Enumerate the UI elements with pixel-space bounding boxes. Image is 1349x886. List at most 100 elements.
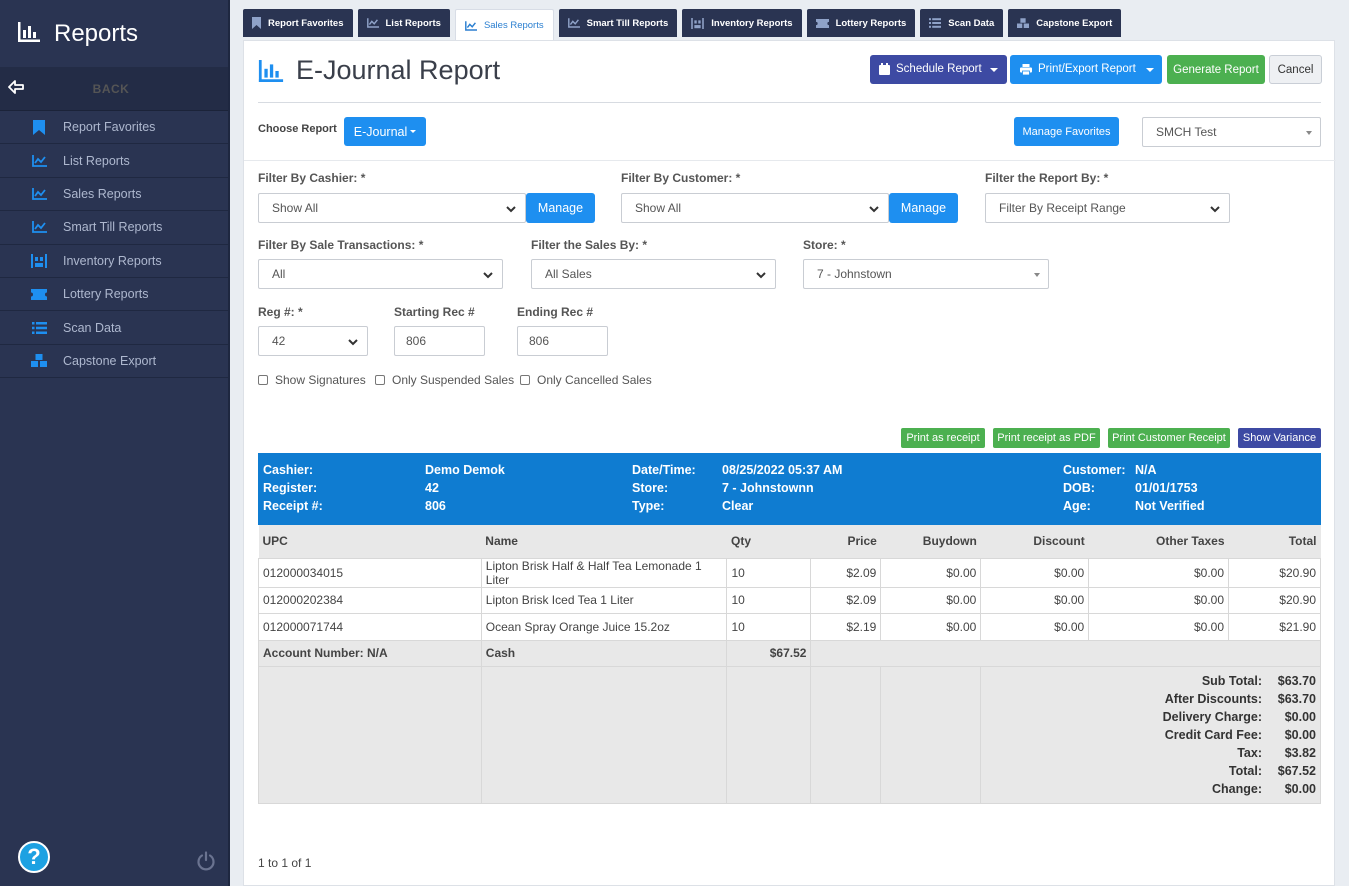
checkbox-box[interactable] xyxy=(258,375,268,385)
tab-inventory-reports[interactable]: Inventory Reports xyxy=(682,9,802,37)
sidebar-item-scan-data[interactable]: Scan Data xyxy=(0,311,228,345)
starting-rec-label: Starting Rec # xyxy=(394,305,475,319)
starting-rec-input[interactable]: 806 xyxy=(394,326,485,356)
only-cancelled-checkbox[interactable]: Only Cancelled Sales xyxy=(520,373,652,387)
chevron-down-icon xyxy=(990,68,998,72)
favorite-select[interactable]: SMCH Test xyxy=(1142,117,1321,147)
name-cell: Lipton Brisk Iced Tea 1 Liter xyxy=(480,586,728,614)
total-label: After Discounts: xyxy=(1164,692,1262,706)
sidebar-item-label: Smart Till Reports xyxy=(63,220,163,235)
sidebar-item-label: Report Favorites xyxy=(63,120,156,135)
customer-select[interactable]: Show All xyxy=(621,193,889,223)
store-select[interactable]: 7 - Johnstown xyxy=(803,259,1049,289)
sidebar-title: Reports xyxy=(54,19,139,47)
receipt-header: Cashier: Demo Demok Register: 42 Receipt… xyxy=(258,453,1321,525)
report-by-filter-label: Filter the Report By: * xyxy=(985,171,1109,185)
line-chart-icon xyxy=(567,18,580,28)
sidebar-item-lottery-reports[interactable]: Lottery Reports xyxy=(0,277,228,312)
sidebar-item-capstone-export[interactable]: Capstone Export xyxy=(0,344,228,379)
print-receipt-pdf-button[interactable]: Print receipt as PDF xyxy=(993,428,1100,448)
sidebar-item-list-reports[interactable]: List Reports xyxy=(0,144,228,178)
buydown-cell: $0.00 xyxy=(880,586,982,614)
tab-sales-reports[interactable]: Sales Reports xyxy=(454,9,554,41)
total-value: $63.70 xyxy=(1277,674,1316,688)
tab-list-reports[interactable]: List Reports xyxy=(357,9,450,37)
sidebar-item-sales-reports[interactable]: Sales Reports xyxy=(0,177,228,212)
other-taxes-cell: $0.00 xyxy=(1088,613,1230,641)
total-value: $3.82 xyxy=(1284,746,1316,760)
show-signatures-checkbox[interactable]: Show Signatures xyxy=(258,373,366,387)
total-label: Credit Card Fee: xyxy=(1164,728,1262,742)
receipt-number-value: 806 xyxy=(425,499,446,513)
table-row: 012000034015 Lipton Brisk Half & Half Te… xyxy=(258,557,1321,588)
report-panel: E-Journal Report Schedule Report Print/E… xyxy=(243,40,1336,886)
print-export-report-button[interactable]: Print/Export Report xyxy=(1010,55,1162,84)
help-button[interactable]: ? xyxy=(18,841,50,873)
checkbox-box[interactable] xyxy=(520,375,530,385)
manage-favorites-button[interactable]: Manage Favorites xyxy=(1014,117,1119,146)
report-by-select-value: Filter By Receipt Range xyxy=(999,201,1126,215)
column-header: Other Taxes xyxy=(1088,525,1229,558)
tab-smart-till-reports[interactable]: Smart Till Reports xyxy=(558,9,678,37)
cashier-select-value: Show All xyxy=(272,201,319,215)
other-taxes-cell: $0.00 xyxy=(1088,557,1230,588)
warehouse-icon xyxy=(31,253,47,269)
generate-report-button[interactable]: Generate Report xyxy=(1167,55,1265,84)
tab-label: Lottery Reports xyxy=(835,17,907,29)
upc-cell: 012000071744 xyxy=(258,613,482,641)
schedule-report-button[interactable]: Schedule Report xyxy=(870,55,1007,84)
manage-customer-button[interactable]: Manage xyxy=(889,193,958,223)
column-header: Buydown xyxy=(880,525,981,558)
sidebar-item-report-favorites[interactable]: Report Favorites xyxy=(0,111,228,145)
tab-scan-data[interactable]: Scan Data xyxy=(920,9,1004,37)
tab-report-favorites[interactable]: Report Favorites xyxy=(243,9,353,37)
chevron-down-icon xyxy=(1210,206,1220,213)
sidebar-item-smart-till-reports[interactable]: Smart Till Reports xyxy=(0,211,228,245)
cashier-select[interactable]: Show All xyxy=(258,193,526,223)
print-customer-receipt-button[interactable]: Print Customer Receipt xyxy=(1108,428,1230,448)
tab-capstone-export[interactable]: Capstone Export xyxy=(1008,9,1122,37)
price-cell: $2.19 xyxy=(810,613,882,641)
sales-by-select[interactable]: All Sales xyxy=(531,259,776,289)
tab-lottery-reports[interactable]: Lottery Reports xyxy=(806,9,916,37)
total-label: Sub Total: xyxy=(1201,674,1262,688)
back-button[interactable]: BACK xyxy=(0,67,228,111)
empty-cell xyxy=(880,666,982,804)
column-header: Qty xyxy=(726,525,811,558)
column-header: UPC xyxy=(258,525,482,558)
customer-key: Customer: xyxy=(1063,463,1126,477)
column-header: Total xyxy=(1228,525,1321,558)
calendar-icon xyxy=(879,63,890,75)
only-suspended-checkbox[interactable]: Only Suspended Sales xyxy=(375,373,514,387)
print-export-label: Print/Export Report xyxy=(1038,63,1136,75)
power-icon[interactable] xyxy=(196,851,216,874)
line-chart-icon xyxy=(31,153,47,169)
type-key: Type: xyxy=(632,499,665,513)
cashier-value: Demo Demok xyxy=(425,463,505,477)
ending-rec-input[interactable]: 806 xyxy=(517,326,608,356)
manage-cashier-button[interactable]: Manage xyxy=(526,193,595,223)
sales-by-value: All Sales xyxy=(545,267,592,281)
totals-row: Sub Total: $63.70 After Discounts: $63.70 … xyxy=(258,666,1321,804)
cancel-button[interactable]: Cancel xyxy=(1269,55,1322,84)
report-by-select[interactable]: Filter By Receipt Range xyxy=(985,193,1230,223)
chevron-down-icon xyxy=(1034,273,1040,277)
page-title: E-Journal Report xyxy=(296,55,501,85)
ending-rec-label: Ending Rec # xyxy=(517,305,594,319)
show-variance-button[interactable]: Show Variance xyxy=(1238,428,1321,448)
checkbox-box[interactable] xyxy=(375,375,385,385)
print-as-receipt-button[interactable]: Print as receipt xyxy=(901,428,985,448)
reg-select[interactable]: 42 xyxy=(258,326,368,356)
reg-select-value: 42 xyxy=(272,334,286,348)
sale-transactions-select[interactable]: All xyxy=(258,259,503,289)
divider xyxy=(258,102,1321,103)
tab-label: Scan Data xyxy=(948,17,995,29)
sale-transactions-value: All xyxy=(272,267,286,281)
sidebar-item-inventory-reports[interactable]: Inventory Reports xyxy=(0,244,228,278)
tab-label: Inventory Reports xyxy=(711,17,793,29)
dob-key: DOB: xyxy=(1063,481,1095,495)
tab-label: Smart Till Reports xyxy=(586,17,669,29)
ticket-icon xyxy=(31,286,47,302)
choose-report-dropdown[interactable]: E-Journal xyxy=(344,117,426,146)
credit-card-fee-line: Credit Card Fee: $0.00 xyxy=(985,726,1316,744)
